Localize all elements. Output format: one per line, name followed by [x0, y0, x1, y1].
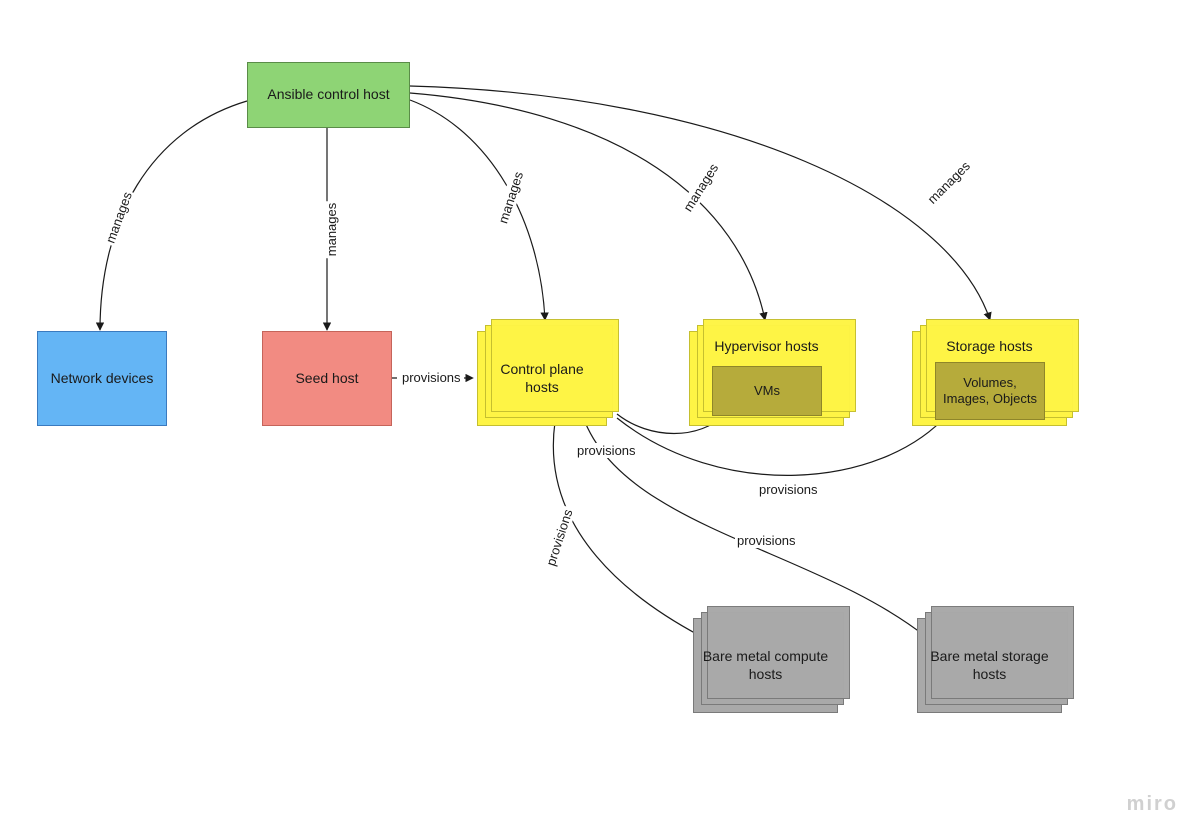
miro-logo: miro — [1127, 793, 1178, 816]
node-bm-compute-hosts: Bare metal compute hosts — [693, 618, 838, 713]
node-label: Ansible control host — [267, 86, 389, 104]
node-label: Seed host — [295, 370, 358, 388]
edge-label-manages-storage: manages — [923, 157, 974, 208]
edge-label-control-prov-volumes: provisions — [757, 482, 820, 497]
edge-label-manages-control: manages — [495, 168, 527, 227]
node-network-devices: Network devices — [37, 331, 167, 426]
node-title: Hypervisor hosts — [690, 338, 843, 356]
edge-label-manages-hypervisor: manages — [679, 159, 722, 216]
node-seed-host: Seed host — [262, 331, 392, 426]
node-control-plane-hosts: Control plane hosts — [477, 331, 607, 426]
edge-label-control-prov-bm-storage: provisions — [735, 533, 798, 548]
edge-label-control-prov-bm-compute: provisions — [542, 505, 576, 569]
node-storage-hosts: Storage hosts Volumes, Images, Objects — [912, 331, 1067, 426]
edge-label-manages-network: manages — [102, 188, 136, 247]
edge-label-manages-seed: manages — [324, 201, 339, 258]
node-inner-label: VMs — [754, 383, 780, 399]
node-hypervisor-hosts: Hypervisor hosts VMs — [689, 331, 844, 426]
node-label: Bare metal compute hosts — [702, 648, 829, 683]
node-ansible-control-host: Ansible control host — [247, 62, 410, 128]
node-label: Bare metal storage hosts — [926, 648, 1053, 683]
node-inner-label: Volumes, Images, Objects — [942, 375, 1038, 408]
diagram-canvas: manages manages manages manages manages … — [0, 0, 1200, 832]
edge-label-seed-provisions: provisions — [400, 370, 463, 385]
node-storage-volumes: Volumes, Images, Objects — [935, 362, 1045, 420]
node-label: Control plane hosts — [486, 361, 598, 396]
node-bm-storage-hosts: Bare metal storage hosts — [917, 618, 1062, 713]
node-title: Storage hosts — [913, 338, 1066, 356]
node-label: Network devices — [51, 370, 154, 388]
node-hypervisor-vms: VMs — [712, 366, 822, 416]
edge-label-control-prov-vms: provisions — [575, 443, 638, 458]
